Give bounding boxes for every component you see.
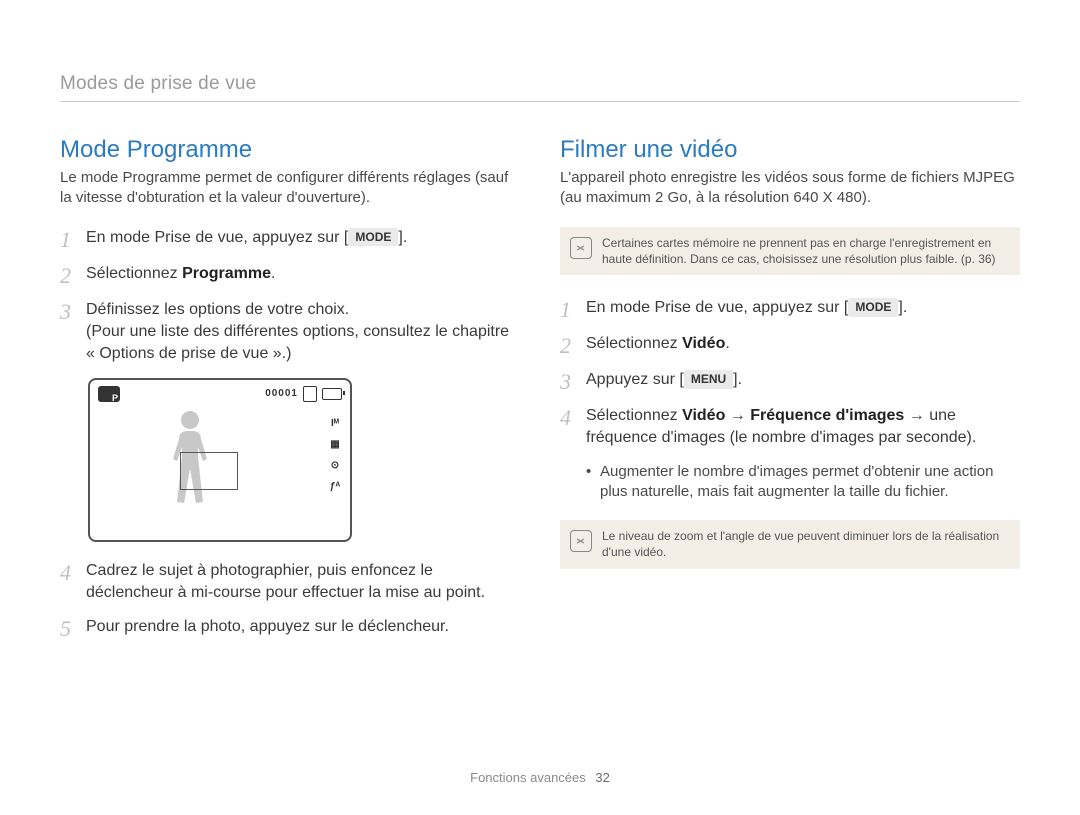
step-text: En mode Prise de vue, appuyez sur [MODE]… — [586, 297, 1020, 319]
page-root: Modes de prise de vue Mode Programme Le … — [0, 0, 1080, 815]
mode-badge: MODE — [848, 298, 898, 317]
right-section-title: Filmer une vidéo — [560, 136, 1020, 164]
shots-counter: 00001 — [265, 388, 298, 399]
page-footer: Fonctions avancées 32 — [0, 770, 1080, 785]
step-text: Appuyez sur [MENU]. — [586, 369, 1020, 391]
step-number: 4 — [560, 407, 586, 429]
left-step-1: 1 En mode Prise de vue, appuyez sur [MOD… — [60, 227, 520, 251]
menu-badge: MENU — [684, 370, 733, 389]
columns: Mode Programme Le mode Programme permet … — [60, 136, 1020, 652]
quality-icon: ▦ — [328, 439, 342, 450]
camera-mode-icon — [98, 386, 120, 402]
mode-badge: MODE — [348, 228, 398, 247]
flash-auto-icon: ƒᴬ — [328, 481, 342, 492]
step-number: 2 — [560, 335, 586, 357]
camera-status-icons: 00001 — [265, 386, 342, 402]
step-number: 1 — [60, 229, 86, 251]
camera-screen-illustration: 00001 Iᴹ ▦ ⊙ ƒᴬ — [88, 378, 352, 542]
bullet-note: • Augmenter le nombre d'images permet d'… — [586, 462, 1020, 503]
step-text: Sélectionnez Vidéo. — [586, 333, 1020, 355]
note-box-2: Le niveau de zoom et l'angle de vue peuv… — [560, 520, 1020, 568]
step-text: Sélectionnez Programme. — [86, 263, 520, 285]
memory-card-icon — [303, 386, 317, 402]
step-text: En mode Prise de vue, appuyez sur [MODE]… — [86, 227, 520, 249]
left-section-title: Mode Programme — [60, 136, 520, 164]
metering-icon: ⊙ — [328, 460, 342, 471]
left-step-5: 5 Pour prendre la photo, appuyez sur le … — [60, 616, 520, 640]
bullet-dot-icon: • — [586, 462, 600, 503]
page-header: Modes de prise de vue — [60, 73, 1020, 102]
step-text: Cadrez le sujet à photographier, puis en… — [86, 560, 520, 605]
left-intro: Le mode Programme permet de configurer d… — [60, 168, 520, 209]
note-icon — [570, 237, 592, 259]
focus-rectangle — [180, 452, 238, 490]
bullet-text: Augmenter le nombre d'images permet d'ob… — [600, 462, 1020, 503]
right-intro: L'appareil photo enregistre les vidéos s… — [560, 168, 1020, 209]
left-column: Mode Programme Le mode Programme permet … — [60, 136, 520, 652]
step-number: 2 — [60, 265, 86, 287]
right-step-4: 4 Sélectionnez Vidéo → Fréquence d'image… — [560, 405, 1020, 450]
right-step-2: 2 Sélectionnez Vidéo. — [560, 333, 1020, 357]
step-number: 4 — [60, 562, 86, 584]
step-number: 3 — [60, 301, 86, 323]
left-step-3: 3 Définissez les options de votre choix.… — [60, 299, 520, 366]
step-text: Sélectionnez Vidéo → Fréquence d'images … — [586, 405, 1020, 450]
footer-label: Fonctions avancées — [470, 770, 586, 785]
header-text: Modes de prise de vue — [60, 73, 256, 94]
right-column: Filmer une vidéo L'appareil photo enregi… — [560, 136, 1020, 652]
step-number: 1 — [560, 299, 586, 321]
step-number: 3 — [560, 371, 586, 393]
camera-topbar: 00001 — [98, 386, 342, 402]
note-icon — [570, 530, 592, 552]
step-number: 5 — [60, 618, 86, 640]
right-step-1: 1 En mode Prise de vue, appuyez sur [MOD… — [560, 297, 1020, 321]
step-text: Pour prendre la photo, appuyez sur le dé… — [86, 616, 520, 638]
camera-side-icons: Iᴹ ▦ ⊙ ƒᴬ — [328, 418, 342, 492]
battery-icon — [322, 388, 342, 400]
step-text: Définissez les options de votre choix. (… — [86, 299, 520, 366]
left-step-2: 2 Sélectionnez Programme. — [60, 263, 520, 287]
page-number: 32 — [595, 770, 609, 785]
left-step-4: 4 Cadrez le sujet à photographier, puis … — [60, 560, 520, 605]
right-step-3: 3 Appuyez sur [MENU]. — [560, 369, 1020, 393]
note-text: Le niveau de zoom et l'angle de vue peuv… — [602, 528, 1008, 560]
resolution-icon: Iᴹ — [328, 418, 342, 429]
note-box-1: Certaines cartes mémoire ne prennent pas… — [560, 227, 1020, 275]
note-text: Certaines cartes mémoire ne prennent pas… — [602, 235, 1008, 267]
